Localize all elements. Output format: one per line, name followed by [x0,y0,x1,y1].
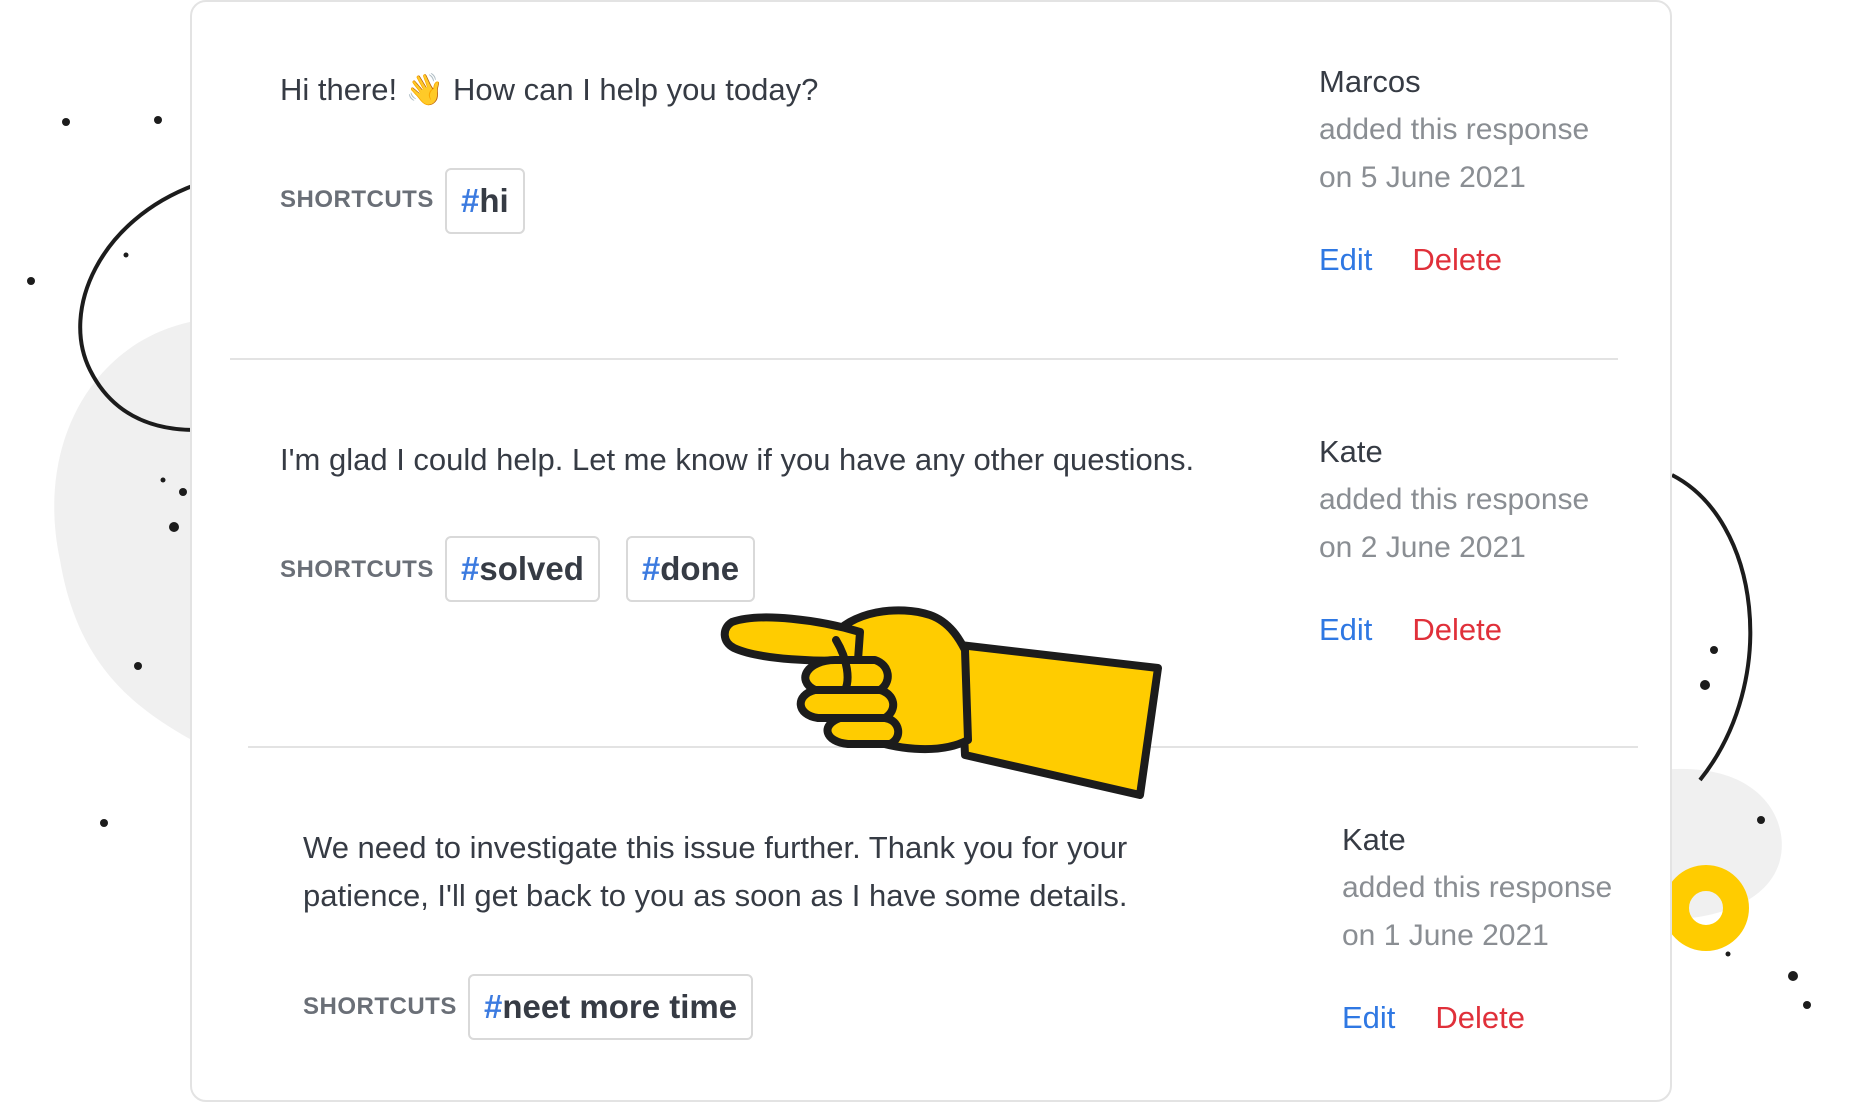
shortcuts-label: SHORTCUTS [303,993,457,1020]
author-name: Kate [1342,822,1406,857]
delete-link[interactable]: Delete [1435,1000,1525,1036]
added-text: added this response [1342,871,1613,904]
shortcut-list: # hi [445,168,525,234]
shortcut-tag[interactable]: # neet more time [468,974,754,1040]
edit-link[interactable]: Edit [1319,242,1372,278]
shortcuts-label: SHORTCUTS [280,556,434,583]
curve-right [1671,473,1753,782]
author-name: Kate [1319,434,1383,469]
shortcut-tag[interactable]: # hi [445,168,525,234]
date-text: on 1 June 2021 [1342,919,1549,952]
added-text: added this response [1319,113,1590,146]
response-meta: Kate added this response on 2 June 2021 … [1319,428,1589,648]
divider [248,746,1638,748]
response-message: I'm glad I could help. Let me know if yo… [280,442,1195,477]
shortcut-list: # neet more time [468,974,754,1040]
date-text: on 2 June 2021 [1319,531,1526,564]
edit-link[interactable]: Edit [1319,612,1372,648]
edit-link[interactable]: Edit [1342,1000,1395,1036]
author-name: Marcos [1319,64,1421,99]
shortcut-list: # solved # done [445,536,756,602]
response-message: Hi there! 👋 How can I help you today? [280,72,819,107]
divider [230,358,1618,360]
delete-link[interactable]: Delete [1412,242,1502,278]
response-meta: Marcos added this response on 5 June 202… [1319,58,1589,278]
shortcut-tag[interactable]: # done [625,536,756,602]
shortcut-tag[interactable]: # solved [445,536,600,602]
shortcuts-label: SHORTCUTS [280,186,434,213]
added-text: added this response [1319,483,1590,516]
response-meta: Kate added this response on 1 June 2021 … [1342,816,1612,1036]
delete-link[interactable]: Delete [1412,612,1502,648]
date-text: on 5 June 2021 [1319,161,1526,194]
response-message: We need to investigate this issue furthe… [303,830,1128,913]
